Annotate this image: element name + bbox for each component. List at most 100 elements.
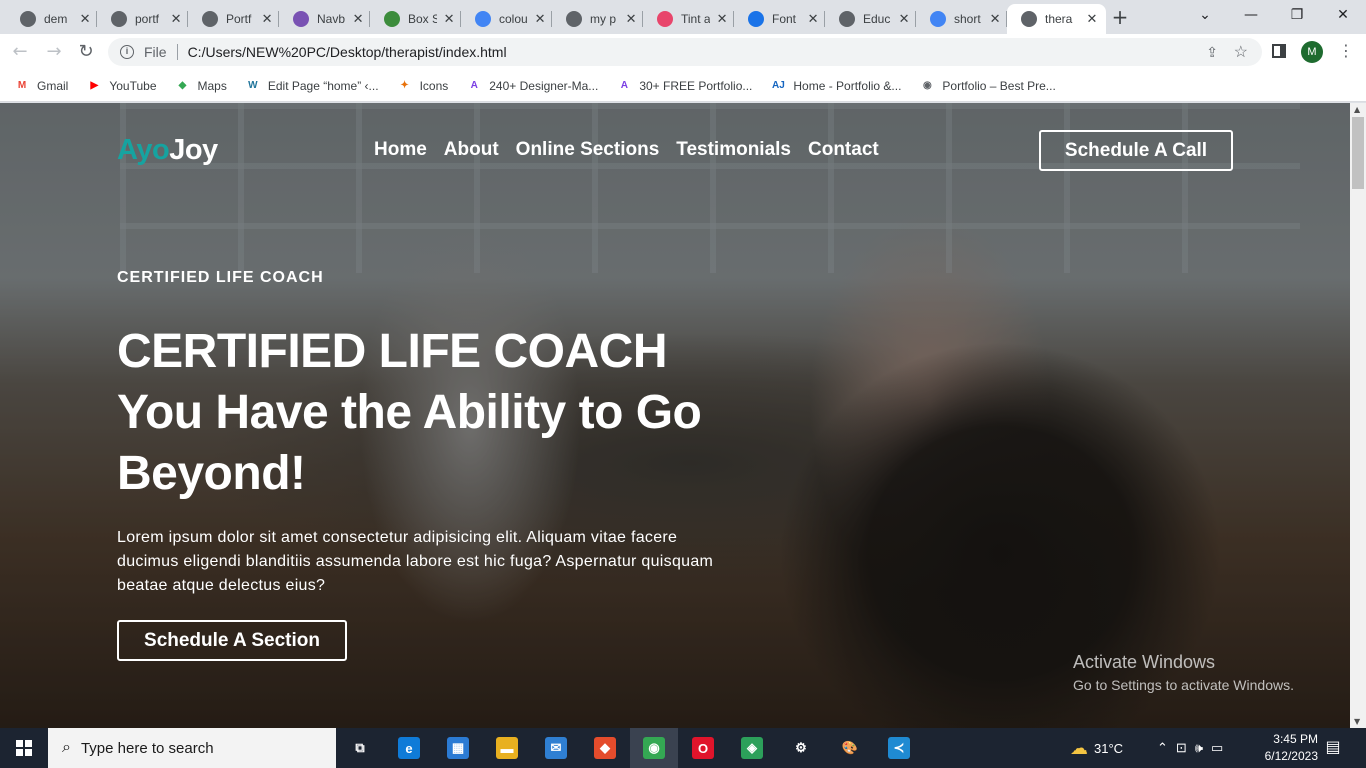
bookmark-label: Edit Page “home” ‹... bbox=[267, 78, 379, 93]
share-icon[interactable]: ⇪ bbox=[1206, 44, 1218, 61]
tab-strip: dem ✕ portf ✕ Portf ✕ Navb ✕ Box S ✕ colou ✕ my p ✕ Ti… bbox=[0, 0, 1366, 34]
tab-title: Box S bbox=[408, 12, 438, 26]
tab-close-icon[interactable]: ✕ bbox=[625, 11, 637, 27]
tab-close-icon[interactable]: ✕ bbox=[170, 11, 182, 27]
taskbar-search[interactable]: ⌕ Type here to search bbox=[48, 728, 336, 768]
taskbar-app[interactable]: ◉ bbox=[630, 728, 678, 768]
bookmark-label: Home - Portfolio &... bbox=[793, 78, 902, 93]
bookmark-item[interactable]: M Gmail bbox=[14, 79, 69, 93]
tab-title: Educ bbox=[863, 12, 891, 26]
taskbar-app[interactable]: ▬ bbox=[483, 728, 531, 768]
bookmark-label: 240+ Designer-Ma... bbox=[489, 78, 599, 93]
browser-tab[interactable]: Tint a ✕ bbox=[643, 4, 734, 34]
tab-close-icon[interactable]: ✕ bbox=[443, 11, 455, 27]
tab-close-icon[interactable]: ✕ bbox=[79, 11, 91, 27]
new-tab-button[interactable]: + bbox=[1108, 6, 1132, 30]
close-window-button[interactable]: ✕ bbox=[1320, 0, 1366, 30]
weather-widget[interactable]: ☁ 31°C bbox=[1070, 728, 1123, 768]
tab-close-icon[interactable]: ✕ bbox=[807, 11, 819, 27]
bookmark-item[interactable]: AJ Home - Portfolio &... bbox=[770, 79, 901, 93]
bookmark-item[interactable]: A 30+ FREE Portfolio... bbox=[616, 79, 753, 93]
volume-icon[interactable]: 🕪 bbox=[1195, 740, 1203, 756]
site-logo[interactable]: AyoJoy bbox=[117, 134, 218, 167]
nav-home[interactable]: Home bbox=[374, 139, 427, 161]
nav-about[interactable]: About bbox=[444, 139, 499, 161]
tab-close-icon[interactable]: ✕ bbox=[716, 11, 728, 27]
schedule-call-button[interactable]: Schedule A Call bbox=[1039, 130, 1233, 171]
forward-button[interactable]: → bbox=[42, 40, 66, 64]
scroll-thumb[interactable] bbox=[1352, 117, 1364, 189]
back-button[interactable]: ← bbox=[8, 40, 32, 64]
minimize-button[interactable]: — bbox=[1228, 0, 1274, 30]
tab-close-icon[interactable]: ✕ bbox=[898, 11, 910, 27]
taskbar-app[interactable]: ▦ bbox=[434, 728, 482, 768]
tray-chevron-icon[interactable]: ⌃ bbox=[1157, 740, 1168, 756]
browser-tab[interactable]: colou ✕ bbox=[461, 4, 552, 34]
taskbar-app[interactable]: ◆ bbox=[581, 728, 629, 768]
taskbar-app[interactable]: ⧉ bbox=[336, 728, 384, 768]
browser-tab[interactable]: thera ✕ bbox=[1007, 4, 1106, 34]
bookmark-item[interactable]: ◆ Maps bbox=[175, 79, 227, 93]
address-url[interactable]: C:/Users/NEW%20PC/Desktop/therapist/inde… bbox=[188, 44, 507, 60]
browser-tab[interactable]: Portf ✕ bbox=[188, 4, 279, 34]
creative-icon: A bbox=[470, 80, 478, 91]
taskbar-app[interactable]: ◈ bbox=[728, 728, 776, 768]
wordpress-icon: W bbox=[248, 80, 258, 91]
notifications-icon[interactable]: ▤ bbox=[1322, 737, 1344, 759]
tab-title: portf bbox=[135, 12, 160, 26]
taskbar-clock[interactable]: 3:45 PM 6/12/2023 bbox=[1246, 731, 1318, 765]
tab-close-icon[interactable]: ✕ bbox=[261, 11, 273, 27]
taskbar-app[interactable]: ✉ bbox=[532, 728, 580, 768]
scroll-up-icon[interactable]: ▲ bbox=[1354, 105, 1360, 114]
nav-testimonials[interactable]: Testimonials bbox=[676, 139, 791, 161]
tab-search-chevron-icon[interactable]: ⌄ bbox=[1182, 0, 1228, 30]
bookmark-item[interactable]: ▶ YouTube bbox=[86, 79, 156, 93]
icons-icon: ✦ bbox=[400, 80, 409, 91]
scroll-down-icon[interactable]: ▼ bbox=[1354, 717, 1360, 726]
browser-tab[interactable]: dem ✕ bbox=[6, 4, 97, 34]
hero-description: Lorem ipsum dolor sit amet consectetur a… bbox=[117, 529, 714, 594]
tab-close-icon[interactable]: ✕ bbox=[534, 11, 546, 27]
git-icon: ◆ bbox=[594, 737, 616, 759]
address-bar[interactable]: i File C:/Users/NEW%20PC/Desktop/therapi… bbox=[108, 38, 1262, 66]
bookmark-item[interactable]: ✦ Icons bbox=[397, 79, 448, 93]
bookmark-item[interactable]: ◉ Portfolio – Best Pre... bbox=[919, 79, 1056, 93]
browser-tab[interactable]: my p ✕ bbox=[552, 4, 643, 34]
taskbar-app[interactable]: ⚙ bbox=[777, 728, 825, 768]
hero-eyebrow: CERTIFIED LIFE COACH bbox=[117, 269, 324, 286]
site-nav: Home About Online Sections Testimonials … bbox=[374, 139, 879, 161]
bookmark-item[interactable]: A 240+ Designer-Ma... bbox=[466, 78, 599, 93]
bookmarks-bar: M Gmail ▶ YouTube ◆ Maps W Edit Page “home” ‹..… bbox=[0, 70, 1366, 102]
site-info-icon[interactable]: i bbox=[120, 45, 134, 59]
browser-tab[interactable]: short ✕ bbox=[916, 4, 1007, 34]
taskbar-app[interactable]: e bbox=[385, 728, 433, 768]
browser-tab[interactable]: Educ ✕ bbox=[825, 4, 916, 34]
bookmark-item[interactable]: W Edit Page “home” ‹... bbox=[245, 78, 379, 93]
browser-tab[interactable]: portf ✕ bbox=[97, 4, 188, 34]
tab-close-icon[interactable]: ✕ bbox=[352, 11, 364, 27]
browser-tab[interactable]: Navb ✕ bbox=[279, 4, 370, 34]
schedule-section-button[interactable]: Schedule A Section bbox=[117, 620, 347, 661]
nav-online-sections[interactable]: Online Sections bbox=[516, 139, 660, 161]
bookmark-star-icon[interactable]: ☆ bbox=[1234, 42, 1248, 62]
network-icon[interactable]: ⊡ bbox=[1176, 740, 1187, 756]
headline-line-2: You Have the Ability to Go bbox=[117, 386, 702, 439]
hero-section: AyoJoy Home About Online Sections Testim… bbox=[0, 103, 1350, 728]
browser-tab[interactable]: Box S ✕ bbox=[370, 4, 461, 34]
nav-contact[interactable]: Contact bbox=[808, 139, 879, 161]
browser-tab[interactable]: Font ✕ bbox=[734, 4, 825, 34]
browser-menu-icon[interactable]: ⋮ bbox=[1336, 41, 1356, 63]
taskbar-app[interactable]: O bbox=[679, 728, 727, 768]
taskbar-app[interactable]: 🎨 bbox=[826, 728, 874, 768]
restore-button[interactable]: ❐ bbox=[1274, 0, 1320, 30]
battery-icon[interactable]: ▭ bbox=[1211, 740, 1223, 756]
edge-icon: e bbox=[398, 737, 420, 759]
profile-avatar[interactable]: M bbox=[1301, 41, 1323, 63]
taskbar-app[interactable]: ≺ bbox=[875, 728, 923, 768]
page-scrollbar[interactable]: ▲ ▼ bbox=[1350, 103, 1366, 728]
reload-button[interactable]: ↻ bbox=[74, 40, 98, 64]
tab-close-icon[interactable]: ✕ bbox=[1085, 11, 1099, 27]
side-panel-icon[interactable] bbox=[1272, 44, 1286, 58]
tab-close-icon[interactable]: ✕ bbox=[989, 11, 1001, 27]
start-button[interactable] bbox=[0, 728, 48, 768]
